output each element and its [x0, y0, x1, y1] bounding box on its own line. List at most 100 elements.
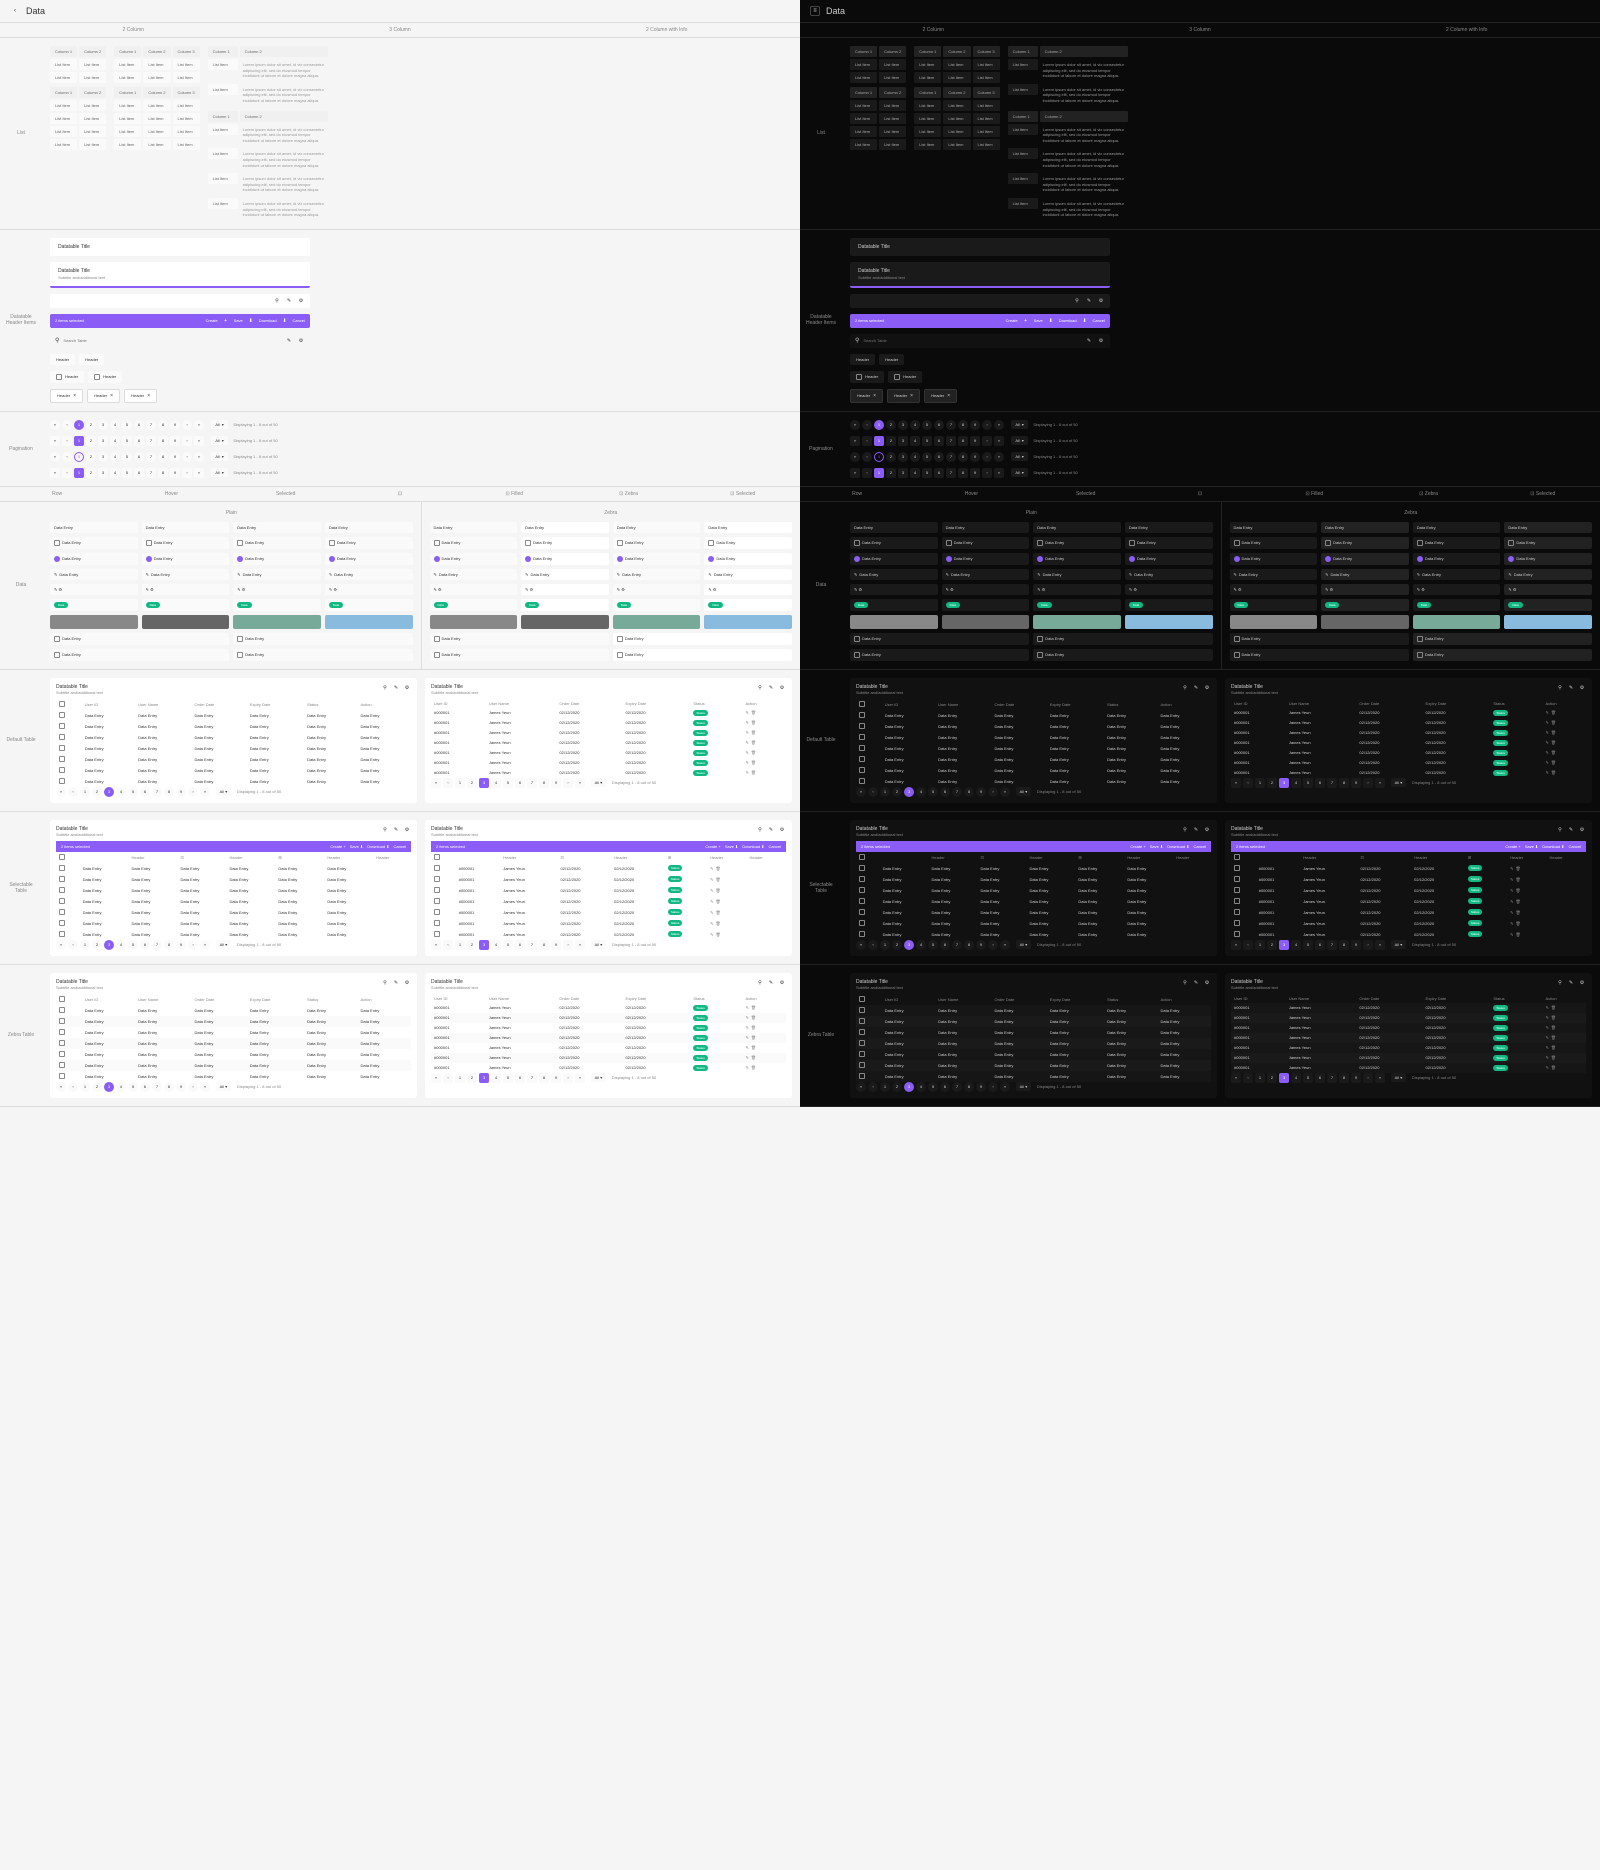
data-cell[interactable]: Data Entry: [1504, 553, 1592, 565]
col-header[interactable]: User Name: [486, 994, 557, 1003]
list-item[interactable]: List Item: [943, 113, 970, 124]
last-page-icon[interactable]: »: [1375, 778, 1385, 788]
delete-icon[interactable]: 🗑: [1551, 710, 1556, 715]
edit-icon[interactable]: ✎: [1545, 1035, 1548, 1040]
col-header[interactable]: Expiry Date: [1047, 699, 1104, 710]
page-6[interactable]: 6: [515, 1073, 525, 1083]
list-item[interactable]: List Item: [173, 126, 200, 137]
table-row[interactable]: #000001James Yeun02/12/202002/12/2020Sta…: [1231, 718, 1586, 728]
page-9[interactable]: 9: [176, 940, 186, 950]
close-icon[interactable]: ×: [873, 393, 876, 399]
per-page-select[interactable]: All ▾: [1016, 940, 1032, 949]
per-page-select[interactable]: All ▾: [1391, 940, 1407, 949]
search-icon[interactable]: ⚲: [381, 979, 389, 987]
page-6[interactable]: 6: [140, 787, 150, 797]
page-1[interactable]: 1: [874, 468, 884, 478]
table-row[interactable]: #000001James Yeun02/12/202002/12/2020Sta…: [1231, 738, 1586, 748]
page-8[interactable]: 8: [1339, 778, 1349, 788]
col-header[interactable]: User ID: [431, 994, 486, 1003]
close-icon[interactable]: ×: [147, 393, 150, 399]
page-6[interactable]: 6: [940, 787, 950, 797]
last-page-icon[interactable]: »: [200, 1082, 210, 1092]
tab-checkbox[interactable]: ⊡: [343, 487, 457, 501]
data-cell[interactable]: Data Entry: [430, 522, 518, 533]
table-row[interactable]: #000001James Yeun02/12/202002/12/2020Sta…: [1231, 896, 1586, 907]
delete-icon[interactable]: 🗑: [751, 1065, 756, 1070]
download-icon[interactable]: ⬇: [281, 317, 289, 325]
tab-selected[interactable]: Selected: [229, 487, 343, 501]
page-1[interactable]: 1: [74, 452, 84, 462]
header-chip[interactable]: Header: [50, 354, 75, 365]
delete-icon[interactable]: 🗑: [1515, 899, 1520, 904]
next-page-icon[interactable]: ›: [988, 787, 998, 797]
table-row[interactable]: #000001James Yeun02/12/202002/12/2020Sta…: [431, 863, 786, 874]
next-page-icon[interactable]: ›: [182, 452, 192, 462]
data-cell[interactable]: Data: [1230, 599, 1318, 611]
data-cell[interactable]: Data: [850, 599, 938, 611]
col-header[interactable]: Expiry Date: [623, 994, 691, 1003]
data-cell[interactable]: Data Entry: [1125, 537, 1213, 549]
per-page-select[interactable]: All ▾: [216, 787, 232, 796]
data-cell[interactable]: Data Entry: [521, 537, 609, 549]
per-page-select[interactable]: All ▾: [591, 778, 607, 787]
delete-icon[interactable]: 🗑: [1551, 750, 1556, 755]
page-1[interactable]: 1: [1255, 778, 1265, 788]
next-page-icon[interactable]: ›: [563, 778, 573, 788]
data-cell[interactable]: Data Entry: [1125, 553, 1213, 565]
page-3[interactable]: 3: [898, 452, 908, 462]
next-page-icon[interactable]: ›: [988, 1082, 998, 1092]
page-1[interactable]: 1: [80, 940, 90, 950]
data-cell[interactable]: Data Entry: [613, 649, 792, 661]
list-item[interactable]: List Item: [79, 126, 106, 137]
data-cell[interactable]: Data Entry: [1321, 522, 1409, 533]
settings-icon[interactable]: ⚙: [778, 684, 786, 692]
search-icon[interactable]: ⚲: [756, 826, 764, 834]
data-cell[interactable]: Data Entry: [233, 522, 321, 533]
table-row[interactable]: Data EntryData EntryData EntryData Entry…: [856, 874, 1211, 885]
delete-icon[interactable]: 🗑: [751, 1005, 756, 1010]
table-row[interactable]: #000001James Yeun02/12/202002/12/2020Sta…: [431, 1033, 786, 1043]
download-button[interactable]: Download ⬇: [1167, 844, 1189, 849]
data-cell[interactable]: ✎Data Entry: [1321, 569, 1409, 580]
delete-icon[interactable]: 🗑: [751, 750, 756, 755]
delete-icon[interactable]: 🗑: [1551, 1025, 1556, 1030]
table-row[interactable]: #000001James Yeun02/12/202002/12/2020Sta…: [1231, 885, 1586, 896]
header-chip-x[interactable]: Header×: [50, 389, 83, 403]
delete-icon[interactable]: 🗑: [751, 710, 756, 715]
col-header[interactable]: ⊞: [275, 852, 324, 863]
delete-icon[interactable]: 🗑: [1551, 1035, 1556, 1040]
col-header[interactable]: Header: [500, 852, 557, 863]
page-7[interactable]: 7: [152, 1082, 162, 1092]
col-header[interactable]: Order Date: [556, 699, 622, 708]
list-item[interactable]: List Item: [973, 139, 1000, 150]
edit-icon[interactable]: ✎: [1085, 337, 1093, 345]
col-header[interactable]: ⊡: [177, 852, 226, 863]
page-3[interactable]: 3: [98, 436, 108, 446]
tab-checkbox-filled[interactable]: ⊡ Filled: [457, 487, 571, 501]
data-cell[interactable]: [942, 615, 1030, 629]
delete-icon[interactable]: 🗑: [1551, 1005, 1556, 1010]
col-header[interactable]: Order Date: [991, 994, 1046, 1005]
edit-icon[interactable]: ✎: [710, 921, 713, 926]
table-row[interactable]: #000001James Yeun02/12/202002/12/2020Sta…: [1231, 929, 1586, 940]
page-9[interactable]: 9: [551, 940, 561, 950]
tab-2col-info[interactable]: 2 Column with Info: [533, 23, 800, 37]
list-item[interactable]: List Item: [879, 113, 906, 124]
data-cell[interactable]: ✎ ⚙: [1230, 584, 1318, 595]
page-3[interactable]: 3: [904, 1082, 914, 1092]
col-header[interactable]: ⊞: [1075, 852, 1124, 863]
delete-icon[interactable]: 🗑: [1515, 910, 1520, 915]
page-5[interactable]: 5: [128, 1082, 138, 1092]
col-header[interactable]: User Name: [935, 994, 991, 1005]
col-header[interactable]: [80, 852, 129, 863]
page-2[interactable]: 2: [1267, 1073, 1277, 1083]
data-cell[interactable]: [142, 615, 230, 629]
per-page-select[interactable]: All ▾: [211, 420, 227, 429]
data-cell[interactable]: Data Entry: [1504, 537, 1592, 549]
per-page-select[interactable]: All ▾: [1016, 1082, 1032, 1091]
cancel-button[interactable]: Cancel: [1569, 844, 1581, 849]
list-item[interactable]: List Item: [1008, 148, 1038, 159]
page-5[interactable]: 5: [503, 1073, 513, 1083]
col-header[interactable]: Order Date: [1356, 699, 1422, 708]
data-cell[interactable]: [850, 615, 938, 629]
